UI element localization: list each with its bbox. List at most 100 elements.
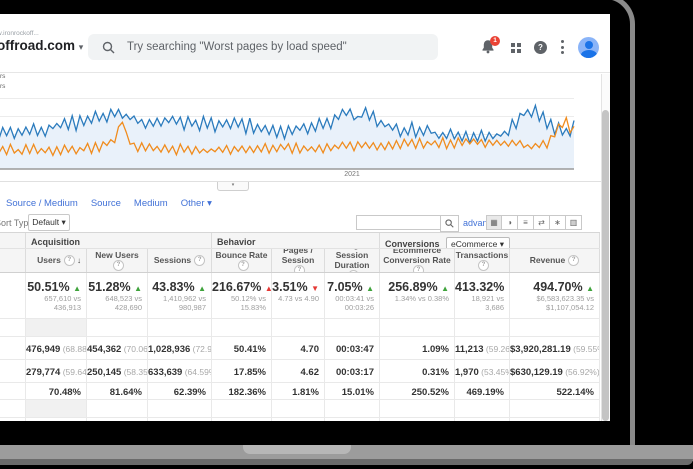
- trend-down-icon: ▼: [311, 284, 319, 293]
- table-row: 279,774 (59.64%)250,145 (58.35%)633,639 …: [0, 359, 600, 382]
- metric-cell: 279,774 (59.64%): [26, 360, 87, 382]
- empty-cell: [272, 400, 325, 417]
- apps-grid-icon[interactable]: [511, 43, 521, 53]
- change-cell: 15.01%: [325, 383, 380, 399]
- summary-metric-cell: 256.89% ▲ 1.34% vs 0.38%: [380, 273, 455, 318]
- empty-cell: [26, 319, 87, 336]
- column-header-bounce-rate[interactable]: Bounce Rate?: [212, 249, 272, 272]
- info-tooltip-icon[interactable]: ?: [413, 265, 424, 272]
- table-row-percent-change: 70.48% 81.64% 62.39% 182.36% 1.81% 15.01% 250.…: [0, 382, 600, 399]
- column-header-avg-session-duration[interactable]: Avg. Session Duration?: [325, 249, 380, 272]
- dimension-column-header: [0, 249, 26, 272]
- chevron-down-icon: ▾: [78, 42, 84, 52]
- chart-axis-year-label: 2021: [344, 171, 360, 178]
- empty-cell: [212, 319, 272, 336]
- metric-cell: 17.85%: [212, 360, 272, 382]
- dimension-link-other[interactable]: Other ▾: [181, 198, 212, 209]
- column-header-users[interactable]: Users? ↓: [26, 249, 87, 272]
- empty-cell: [87, 400, 148, 417]
- sort-descending-icon[interactable]: ↓: [77, 256, 81, 266]
- empty-cell: [272, 319, 325, 336]
- conversions-type-select[interactable]: eCommerce ▾: [445, 237, 510, 248]
- metric-cell: 633,639 (64.59%): [148, 360, 212, 382]
- summary-metric-cell: 3.51% ▼ 4.73 vs 4.90: [272, 273, 325, 318]
- metric-cell: 4.70: [272, 337, 325, 359]
- help-icon[interactable]: ?: [534, 41, 547, 54]
- group-header-conversions: Conversions eCommerce ▾: [380, 233, 600, 248]
- summary-metric-cell: 50.51% ▲ 657,610 vs 436,913: [26, 273, 87, 318]
- summary-metric-cell: 216.67% ▲ 50.12% vs 15.83%: [212, 273, 272, 318]
- column-header-ecommerce-conversion-rate[interactable]: Ecommerce Conversion Rate?: [380, 249, 455, 272]
- sessions-timeline-chart: [0, 98, 575, 170]
- table-search-input[interactable]: [356, 215, 442, 230]
- collapse-chart-button[interactable]: ▾: [217, 182, 249, 191]
- performance-view-icon[interactable]: ≡: [518, 215, 534, 230]
- empty-cell: [212, 418, 272, 421]
- column-header-sessions[interactable]: Sessions?: [148, 249, 212, 272]
- group-header-acquisition: Acquisition: [26, 233, 212, 248]
- info-tooltip-icon[interactable]: ?: [113, 260, 124, 272]
- account-path: w.ironrockoff...: [0, 30, 39, 37]
- metric-cell: 50.41%: [212, 337, 272, 359]
- info-tooltip-icon[interactable]: ?: [478, 260, 489, 272]
- table-view-icon[interactable]: ▦: [486, 215, 502, 230]
- empty-cell: [325, 400, 380, 417]
- dimension-cell: [0, 418, 26, 421]
- comparison-view-icon[interactable]: ⇄: [534, 215, 550, 230]
- info-tooltip-icon[interactable]: ?: [237, 260, 249, 272]
- metric-cell: 00:03:47: [325, 337, 380, 359]
- primary-dimension-links: Source / Medium Source Medium Other ▾: [6, 198, 225, 209]
- empty-cell: [380, 319, 455, 336]
- change-cell: 469.19%: [455, 383, 510, 399]
- change-cell: 182.36%: [212, 383, 272, 399]
- empty-cell: [26, 400, 87, 417]
- app-header: w.ironrockoff... offroad.com ▾ Try searc…: [0, 14, 610, 73]
- empty-cell: [380, 400, 455, 417]
- info-tooltip-icon[interactable]: ?: [568, 255, 580, 267]
- dimension-column-header: [0, 233, 26, 248]
- empty-cell: [455, 319, 510, 336]
- info-tooltip-icon[interactable]: ?: [194, 255, 206, 267]
- divider: [0, 181, 610, 182]
- more-menu-icon[interactable]: [561, 40, 564, 57]
- dimension-link-source[interactable]: Source: [91, 198, 121, 209]
- empty-cell: [455, 400, 510, 417]
- info-tooltip-icon[interactable]: ?: [63, 255, 75, 267]
- column-header-new-users[interactable]: New Users?: [87, 249, 148, 272]
- summary-metric-cell: 413.32% ▲18,921 vs 3,686: [455, 273, 510, 318]
- search-input[interactable]: Try searching "Worst pages by load speed…: [88, 34, 438, 60]
- search-icon: [102, 41, 115, 53]
- dimension-link-source-medium[interactable]: Source / Medium: [6, 198, 78, 209]
- empty-cell: [87, 319, 148, 336]
- metric-cell: 1,970 (53.45%): [455, 360, 510, 382]
- pivot-view-icon[interactable]: ▥: [566, 215, 582, 230]
- term-cloud-view-icon[interactable]: ∗: [550, 215, 566, 230]
- info-tooltip-icon[interactable]: ?: [294, 265, 305, 272]
- sort-type-select[interactable]: Default ▾: [28, 214, 70, 231]
- legend-fragment: rs: [0, 73, 6, 80]
- property-selector[interactable]: offroad.com ▾: [0, 38, 83, 53]
- search-icon: [445, 219, 454, 228]
- percentage-view-icon[interactable]: ◑: [502, 215, 518, 230]
- metric-cell: 454,362 (70.06%): [87, 337, 148, 359]
- trend-up-icon: ▲: [441, 284, 449, 293]
- table-search-button[interactable]: [440, 215, 459, 232]
- summary-metric-cell: 51.28% ▲ 648,523 vs 428,690: [87, 273, 148, 318]
- metrics-table: Acquisition Behavior Conversions eCommerce …: [0, 232, 600, 421]
- column-header-pages-session[interactable]: Pages / Session?: [272, 249, 325, 272]
- metric-cell: 00:03:17: [325, 360, 380, 382]
- column-header-transactions[interactable]: Transactions?: [455, 249, 510, 272]
- metric-cell: 1,028,936 (72.92%): [148, 337, 212, 359]
- metric-cell: 4.62: [272, 360, 325, 382]
- laptop-base-edge: [0, 459, 693, 465]
- chevron-down-icon: ▾: [61, 217, 66, 227]
- dimension-cell: [0, 383, 26, 399]
- info-tooltip-icon[interactable]: ?: [348, 270, 359, 272]
- group-header-behavior: Behavior: [212, 233, 380, 248]
- empty-cell: [148, 400, 212, 417]
- dimension-link-medium[interactable]: Medium: [134, 198, 168, 209]
- trend-up-icon: ▲: [366, 284, 374, 293]
- empty-cell: [325, 418, 380, 421]
- summary-metric-cell: 43.83% ▲ 1,410,962 vs 980,987: [148, 273, 212, 318]
- laptop-bezel-rim: [584, 0, 635, 457]
